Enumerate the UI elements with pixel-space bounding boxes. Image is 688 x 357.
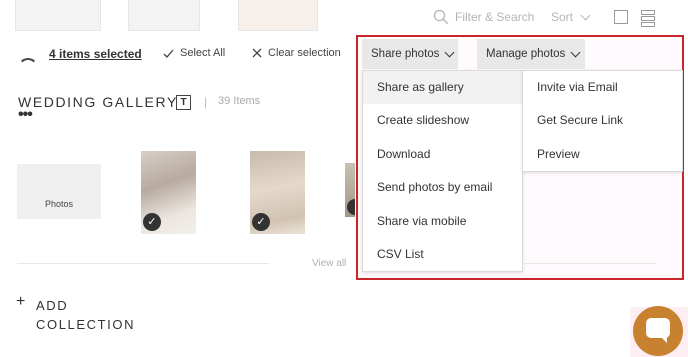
menu-item-csv-list[interactable]: CSV List xyxy=(363,238,522,271)
select-all-label: Select All xyxy=(180,47,226,59)
separator: | xyxy=(204,95,208,109)
checkmark-icon[interactable]: ✓ xyxy=(143,213,161,231)
share-menu: Share as gallery Create slideshow Downlo… xyxy=(362,70,523,272)
search-field[interactable]: Filter & Search xyxy=(433,9,534,25)
loading-spinner-icon xyxy=(18,58,38,78)
chevron-down-icon xyxy=(580,10,591,20)
menu-item-invite-via-email[interactable]: Invite via Email xyxy=(523,71,682,104)
add-collection-button[interactable]: ADD COLLECTION xyxy=(36,296,135,334)
share-photos-button[interactable]: Share photos xyxy=(362,39,458,69)
sort-dropdown[interactable]: Sort xyxy=(551,10,591,24)
add-collection-line1: ADD xyxy=(36,298,69,313)
search-icon xyxy=(433,9,449,25)
chat-button[interactable] xyxy=(633,306,683,356)
photo-thumbnail[interactable]: ✓ xyxy=(141,151,196,234)
checkmark-icon[interactable]: ✓ xyxy=(252,213,270,231)
photo-thumbnail[interactable]: ✓ xyxy=(250,151,305,234)
manage-menu: Invite via Email Get Secure Link Preview xyxy=(522,70,683,172)
checkmark-icon[interactable] xyxy=(347,199,355,215)
clear-selection-label: Clear selection xyxy=(268,47,341,59)
view-all-link[interactable]: View all xyxy=(312,258,346,269)
top-thumbnail[interactable] xyxy=(238,0,318,31)
check-icon xyxy=(163,49,174,58)
close-icon xyxy=(252,48,262,58)
more-options-icon[interactable]: ••• xyxy=(18,106,33,124)
top-thumbnail[interactable] xyxy=(15,0,101,31)
photo-thumbnail[interactable] xyxy=(345,163,355,217)
menu-item-share-as-gallery[interactable]: Share as gallery xyxy=(363,71,522,105)
menu-item-download[interactable]: Download xyxy=(363,138,522,171)
share-photos-label: Share photos xyxy=(371,48,440,60)
manage-photos-button[interactable]: Manage photos xyxy=(477,39,585,69)
chevron-down-icon xyxy=(570,47,581,57)
menu-item-send-photos-by-email[interactable]: Send photos by email xyxy=(363,171,522,204)
photos-card[interactable]: Photos xyxy=(17,164,101,219)
menu-item-preview[interactable]: Preview xyxy=(523,138,682,171)
item-count: 39 Items xyxy=(218,95,261,107)
menu-item-get-secure-link[interactable]: Get Secure Link xyxy=(523,104,682,137)
single-view-icon[interactable] xyxy=(614,10,628,24)
plus-icon[interactable]: + xyxy=(16,293,25,311)
gallery-title: WEDDING GALLERY xyxy=(18,94,178,110)
menu-item-share-via-mobile[interactable]: Share via mobile xyxy=(363,205,522,238)
menu-item-create-slideshow[interactable]: Create slideshow xyxy=(363,104,522,137)
top-thumbnail[interactable] xyxy=(128,0,200,31)
add-collection-line2: COLLECTION xyxy=(36,317,136,332)
search-placeholder: Filter & Search xyxy=(455,10,535,24)
manage-photos-label: Manage photos xyxy=(486,48,566,60)
chevron-down-icon xyxy=(444,47,455,57)
clear-selection-button[interactable]: Clear selection xyxy=(252,47,341,59)
sort-label: Sort xyxy=(551,10,574,24)
chat-bubble-icon xyxy=(646,318,670,343)
divider xyxy=(522,263,656,264)
items-selected-link[interactable]: 4 items selected xyxy=(49,47,142,61)
divider xyxy=(17,263,269,264)
list-view-icon[interactable] xyxy=(641,10,655,27)
select-all-button[interactable]: Select All xyxy=(163,47,225,59)
text-type-icon[interactable]: T xyxy=(176,95,191,110)
